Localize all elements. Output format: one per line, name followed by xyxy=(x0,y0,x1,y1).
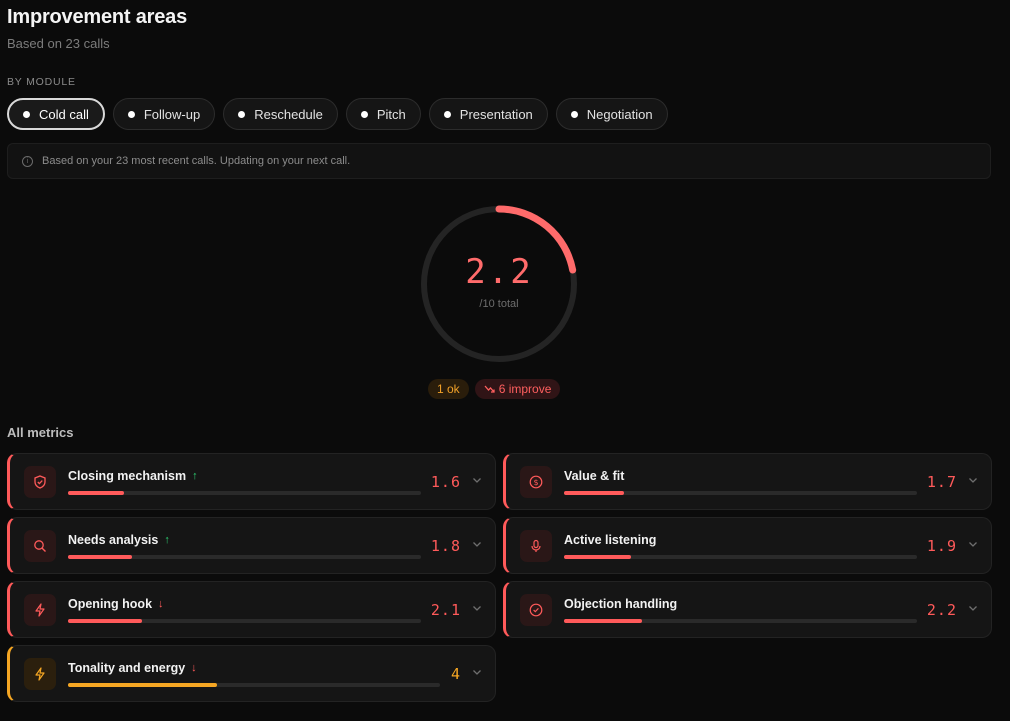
dot-icon xyxy=(570,110,578,118)
metric-card-active-listening[interactable]: Active listening 1.9 xyxy=(503,517,992,574)
module-chip-label: Follow-up xyxy=(143,106,201,122)
chevron-down-icon xyxy=(473,542,481,547)
metric-card-objection-handling[interactable]: Objection handling 2.2 xyxy=(503,581,992,638)
metric-score: 2.2 xyxy=(926,601,957,619)
overall-score-value: 2.2 xyxy=(465,252,533,292)
metric-name: Value & fit xyxy=(564,469,625,483)
metric-bar-track xyxy=(68,555,421,559)
ok-count-badge: 1 ok xyxy=(428,379,469,399)
module-filter: Cold call Follow-up Reschedule Pitch Pre… xyxy=(7,98,668,130)
metric-bar-track xyxy=(564,555,917,559)
improve-count-badge: 6 improve xyxy=(474,379,561,399)
metric-card-opening-hook[interactable]: Opening hook ↓ 2.1 xyxy=(7,581,496,638)
improve-count-label: 6 improve xyxy=(498,382,552,396)
metric-score: 1.8 xyxy=(430,537,461,555)
info-text: Based on your 23 most recent calls. Upda… xyxy=(42,155,351,167)
metric-bar-fill xyxy=(68,491,125,495)
lightning-icon xyxy=(24,594,56,626)
trend-down-icon: ↓ xyxy=(158,598,164,610)
page-title: Improvement areas xyxy=(7,6,188,28)
microphone-icon xyxy=(520,530,552,562)
module-chip-cold-call[interactable]: Cold call xyxy=(7,98,105,130)
module-chip-label: Negotiation xyxy=(586,106,653,122)
metric-bar-fill xyxy=(68,619,143,623)
metric-score: 2.1 xyxy=(430,601,461,619)
module-chip-label: Cold call xyxy=(39,106,89,122)
module-chip-label: Reschedule xyxy=(254,106,323,122)
metric-card-needs-analysis[interactable]: Needs analysis ↑ 1.8 xyxy=(7,517,496,574)
status-badges: 1 ok 6 improve xyxy=(428,379,561,399)
all-metrics-label: All metrics xyxy=(7,425,74,440)
metric-bar-fill xyxy=(68,555,132,559)
metric-name: Closing mechanism xyxy=(68,469,187,483)
metric-name: Needs analysis xyxy=(68,533,159,547)
info-icon: i xyxy=(22,155,33,167)
check-circle-icon xyxy=(520,594,552,626)
metric-score: 1.7 xyxy=(926,473,957,491)
trend-up-icon: ↑ xyxy=(164,534,170,546)
trend-up-icon: ↑ xyxy=(192,470,198,482)
overall-score-total: /10 total xyxy=(479,298,519,310)
chevron-down-icon xyxy=(473,606,481,611)
trend-down-icon: ↓ xyxy=(191,662,197,674)
chevron-down-icon xyxy=(969,542,977,547)
metric-name: Tonality and energy xyxy=(68,661,186,675)
metric-score: 4 xyxy=(450,665,461,683)
metric-bar-fill xyxy=(68,683,217,687)
metric-card-closing-mechanism[interactable]: Closing mechanism ↑ 1.6 xyxy=(7,453,496,510)
chevron-down-icon xyxy=(473,670,481,675)
lightning-icon xyxy=(24,658,56,690)
metric-bar-track xyxy=(68,619,421,623)
ok-count-label: 1 ok xyxy=(437,382,460,396)
metric-bar-track xyxy=(564,491,917,495)
dot-icon xyxy=(360,110,368,118)
shield-icon xyxy=(24,466,56,498)
metric-bar-track xyxy=(68,491,421,495)
dot-icon xyxy=(443,110,451,118)
module-chip-presentation[interactable]: Presentation xyxy=(428,98,548,130)
metric-name: Objection handling xyxy=(564,597,678,611)
module-chip-reschedule[interactable]: Reschedule xyxy=(223,98,338,130)
metric-card-value-fit[interactable]: $ Value & fit 1.7 xyxy=(503,453,992,510)
chevron-down-icon xyxy=(969,478,977,483)
metric-card-tonality-energy[interactable]: Tonality and energy ↓ 4 xyxy=(7,645,496,702)
svg-text:$: $ xyxy=(533,478,538,487)
metric-bar-fill xyxy=(564,619,642,623)
overall-score-gauge: 2.2 /10 total xyxy=(417,202,581,366)
module-chip-negotiation[interactable]: Negotiation xyxy=(555,98,668,130)
module-chip-label: Pitch xyxy=(376,106,406,122)
metric-name: Active listening xyxy=(564,533,657,547)
dot-icon xyxy=(23,110,30,118)
metric-bar-track xyxy=(564,619,917,623)
module-chip-label: Presentation xyxy=(459,106,533,122)
metric-bar-track xyxy=(68,683,440,687)
dot-icon xyxy=(127,110,135,118)
dot-icon xyxy=(238,110,246,118)
dollar-icon: $ xyxy=(520,466,552,498)
metric-bar-fill xyxy=(564,491,624,495)
page-subtitle: Based on 23 calls xyxy=(7,36,110,51)
search-icon xyxy=(24,530,56,562)
chevron-down-icon xyxy=(473,478,481,483)
metric-score: 1.9 xyxy=(926,537,957,555)
chevron-down-icon xyxy=(969,606,977,611)
metric-name: Opening hook xyxy=(68,597,153,611)
module-chip-follow-up[interactable]: Follow-up xyxy=(112,98,216,130)
module-chip-pitch[interactable]: Pitch xyxy=(345,98,421,130)
info-banner: i Based on your 23 most recent calls. Up… xyxy=(7,143,991,179)
metric-bar-fill xyxy=(564,555,632,559)
metric-score: 1.6 xyxy=(430,473,461,491)
trend-down-icon xyxy=(484,385,495,393)
modules-section-label: BY MODULE xyxy=(7,76,76,88)
